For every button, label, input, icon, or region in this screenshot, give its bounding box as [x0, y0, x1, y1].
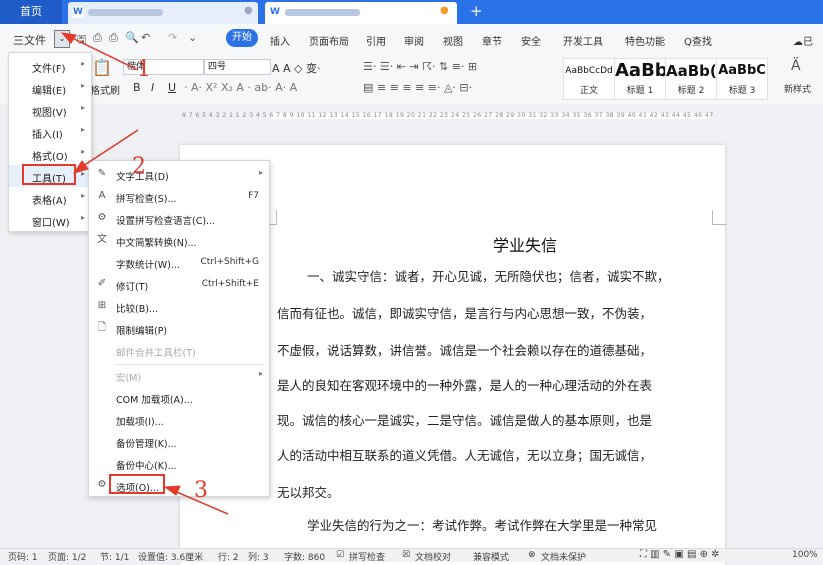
zoom-level[interactable]: 100% — [792, 550, 818, 560]
step-number-1: 1 — [137, 57, 151, 82]
status-compat-mode: 兼容模式 — [473, 553, 510, 563]
status-doc-protection[interactable]: 文档未保护 — [541, 550, 586, 563]
view-mode-icons[interactable]: ⛶ ▥ ✎ ▣ ▤ ⊕ ✲ — [640, 549, 720, 560]
checkbox-icon: ☑ — [336, 550, 345, 560]
status-col: 列: 3 — [248, 553, 269, 563]
annotation-arrows — [60, 32, 229, 515]
status-spell-check[interactable]: 拼写检查 — [349, 550, 385, 563]
step-number-2: 2 — [132, 154, 146, 179]
lock-icon: ⊗ — [528, 550, 536, 560]
checkbox-icon: ☒ — [402, 550, 411, 560]
status-section: 节: 1/1 — [100, 553, 130, 563]
status-pages[interactable]: 页面: 1/2 — [48, 550, 86, 563]
arrow-2 — [72, 129, 139, 174]
status-page: 页码: 1 — [8, 553, 38, 563]
status-setting: 设置值: 3.6厘米 — [138, 553, 204, 563]
status-row: 行: 2 — [218, 553, 239, 563]
status-doc-check[interactable]: 文档校对 — [415, 550, 451, 563]
status-word-count[interactable]: 字数: 860 — [284, 550, 325, 563]
step-number-3: 3 — [194, 478, 208, 503]
arrow-1 — [60, 32, 139, 71]
